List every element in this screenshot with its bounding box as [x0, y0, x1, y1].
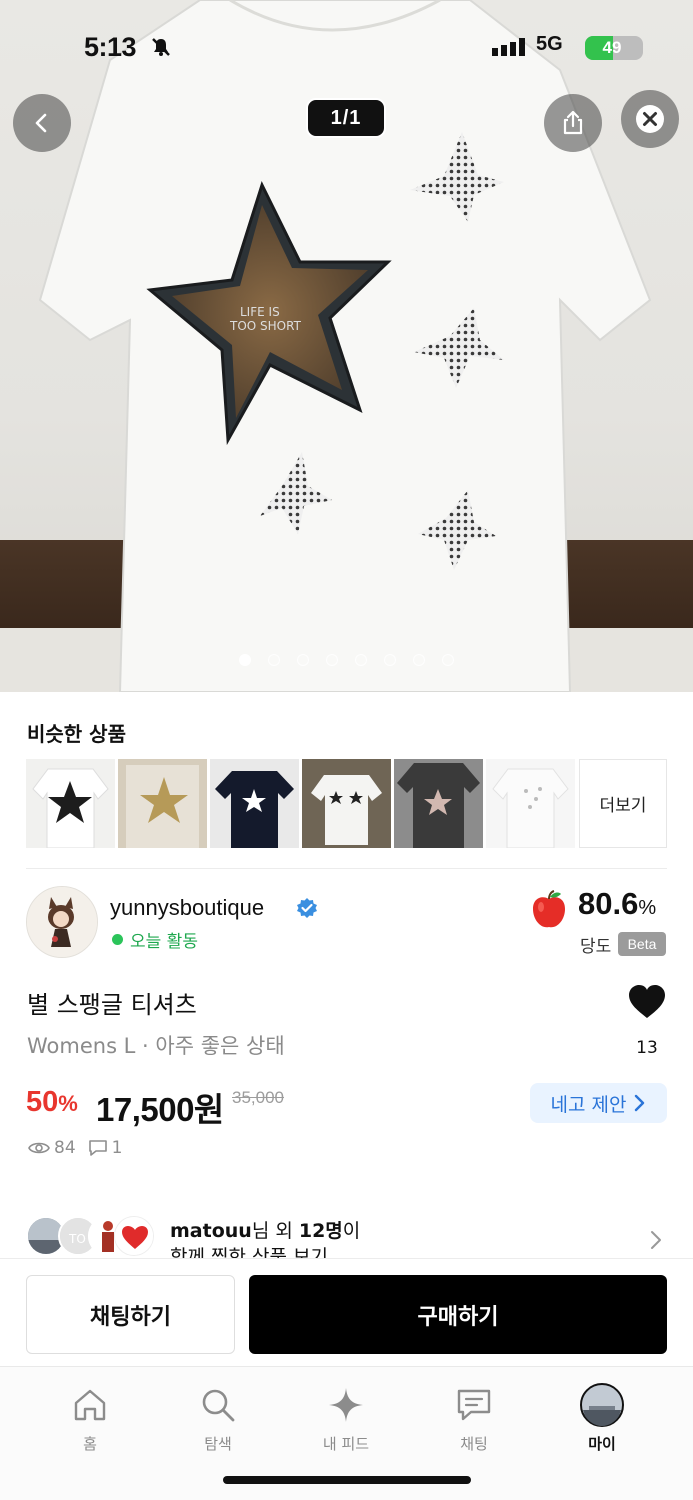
search-icon	[202, 1389, 235, 1422]
carousel-dot[interactable]	[442, 654, 454, 666]
close-icon	[636, 105, 664, 133]
divider	[26, 868, 667, 869]
carousel-dot[interactable]	[384, 654, 396, 666]
battery-icon: 49	[585, 36, 643, 60]
share-button[interactable]	[544, 94, 602, 152]
verified-badge-icon	[297, 898, 317, 918]
purchase-action-bar: 채팅하기 구매하기	[0, 1258, 693, 1366]
like-count: 13	[636, 1038, 658, 1058]
tab-home[interactable]: 홈	[40, 1385, 140, 1454]
chat-button[interactable]: 채팅하기	[26, 1275, 235, 1354]
similar-product-thumb[interactable]	[486, 759, 575, 848]
make-offer-label: 네고 제안	[550, 1093, 627, 1116]
discount-value: 50	[26, 1086, 59, 1118]
similar-products-list: 더보기	[26, 759, 667, 849]
chat-icon	[457, 1389, 491, 1421]
more-similar-button[interactable]: 더보기	[579, 759, 667, 848]
score-value: 80.6	[578, 886, 639, 921]
score-unit: %	[638, 897, 657, 919]
similar-product-thumb[interactable]	[118, 759, 207, 848]
carousel-dot[interactable]	[326, 654, 338, 666]
liker-avatar	[114, 1216, 154, 1256]
make-offer-button[interactable]: 네고 제안	[530, 1083, 667, 1123]
product-image[interactable]: LIFE IS TOO SHORT 5:13 5G 49 1/1	[0, 0, 693, 692]
discount-rate: 50%	[26, 1086, 78, 1119]
tab-explore-label: 탐색	[204, 1435, 232, 1453]
tab-chat[interactable]: 채팅	[424, 1385, 524, 1454]
back-button[interactable]	[13, 94, 71, 152]
home-icon	[74, 1389, 106, 1421]
svg-text:LIFE IS: LIFE IS	[240, 305, 280, 319]
tab-home-label: 홈	[83, 1435, 97, 1453]
carousel-dot[interactable]	[297, 654, 309, 666]
view-count: 84	[54, 1138, 76, 1158]
chevron-left-icon	[35, 113, 47, 133]
eye-icon	[28, 1142, 50, 1154]
seller-name[interactable]: yunnysboutique	[110, 895, 264, 921]
status-time: 5:13	[84, 32, 137, 62]
tab-feed-label: 내 피드	[322, 1435, 370, 1453]
svg-text:TO: TO	[68, 1232, 86, 1246]
sparkle-icon	[329, 1388, 363, 1422]
similar-product-thumb[interactable]	[302, 759, 391, 848]
liker-suffix: 님 외	[251, 1220, 299, 1242]
signal-icon	[492, 38, 525, 56]
tab-feed[interactable]: 내 피드	[296, 1385, 396, 1454]
buy-button[interactable]: 구매하기	[249, 1275, 667, 1354]
similar-product-thumb[interactable]	[26, 759, 115, 848]
liker-count: 12명	[298, 1220, 343, 1242]
carousel-dot[interactable]	[239, 654, 251, 666]
svg-text:TOO SHORT: TOO SHORT	[229, 319, 302, 333]
online-status-dot	[112, 934, 123, 945]
tab-chat-label: 채팅	[460, 1435, 488, 1453]
carousel-dots	[0, 654, 693, 666]
liker-suffix-end: 이	[342, 1220, 361, 1242]
like-heart-icon[interactable]	[628, 984, 666, 1020]
carousel-dot[interactable]	[355, 654, 367, 666]
chevron-right-icon	[651, 1231, 661, 1249]
original-price: 35,000	[232, 1088, 284, 1107]
similar-product-thumb[interactable]	[394, 759, 483, 848]
seller-score: 80.6%	[578, 886, 656, 922]
battery-level: 49	[602, 38, 622, 57]
seller-activity: 오늘 활동	[130, 932, 198, 952]
chat-count: 1	[111, 1138, 123, 1158]
close-button[interactable]	[621, 90, 679, 148]
score-label: 당도	[580, 937, 612, 957]
product-stats: 84 1	[28, 1137, 122, 1159]
image-pager: 1/1	[306, 98, 386, 138]
share-icon	[563, 110, 583, 135]
product-price: 17,500원	[96, 1091, 224, 1128]
carousel-dot[interactable]	[268, 654, 280, 666]
beta-badge: Beta	[618, 932, 666, 956]
status-bar: 5:13 5G 49	[0, 30, 693, 64]
network-type: 5G	[536, 33, 563, 55]
wishlist-users-row[interactable]: TO matouu님 외 12명이 함께 찜한 상품 보기	[26, 1212, 667, 1260]
seller-avatar[interactable]	[26, 886, 98, 958]
apple-icon	[533, 890, 565, 928]
tab-my-label: 마이	[588, 1435, 616, 1453]
chat-bubble-icon	[88, 1140, 107, 1156]
similar-product-thumb[interactable]	[210, 759, 299, 848]
liker-username: matouu	[170, 1220, 252, 1242]
home-indicator	[223, 1476, 471, 1484]
profile-avatar-icon	[580, 1383, 624, 1427]
chevron-right-icon	[635, 1094, 645, 1112]
carousel-dot[interactable]	[413, 654, 425, 666]
product-meta: Womens L · 아주 좋은 상태	[27, 1034, 285, 1058]
bell-muted-icon	[150, 36, 172, 63]
discount-unit: %	[58, 1091, 78, 1116]
similar-products-title: 비슷한 상품	[27, 722, 126, 746]
product-title: 별 스팽글 티셔츠	[27, 991, 197, 1019]
tab-explore[interactable]: 탐색	[168, 1385, 268, 1454]
wishlist-users-summary: matouu님 외 12명이	[170, 1216, 360, 1243]
tab-my[interactable]: 마이	[552, 1383, 652, 1454]
